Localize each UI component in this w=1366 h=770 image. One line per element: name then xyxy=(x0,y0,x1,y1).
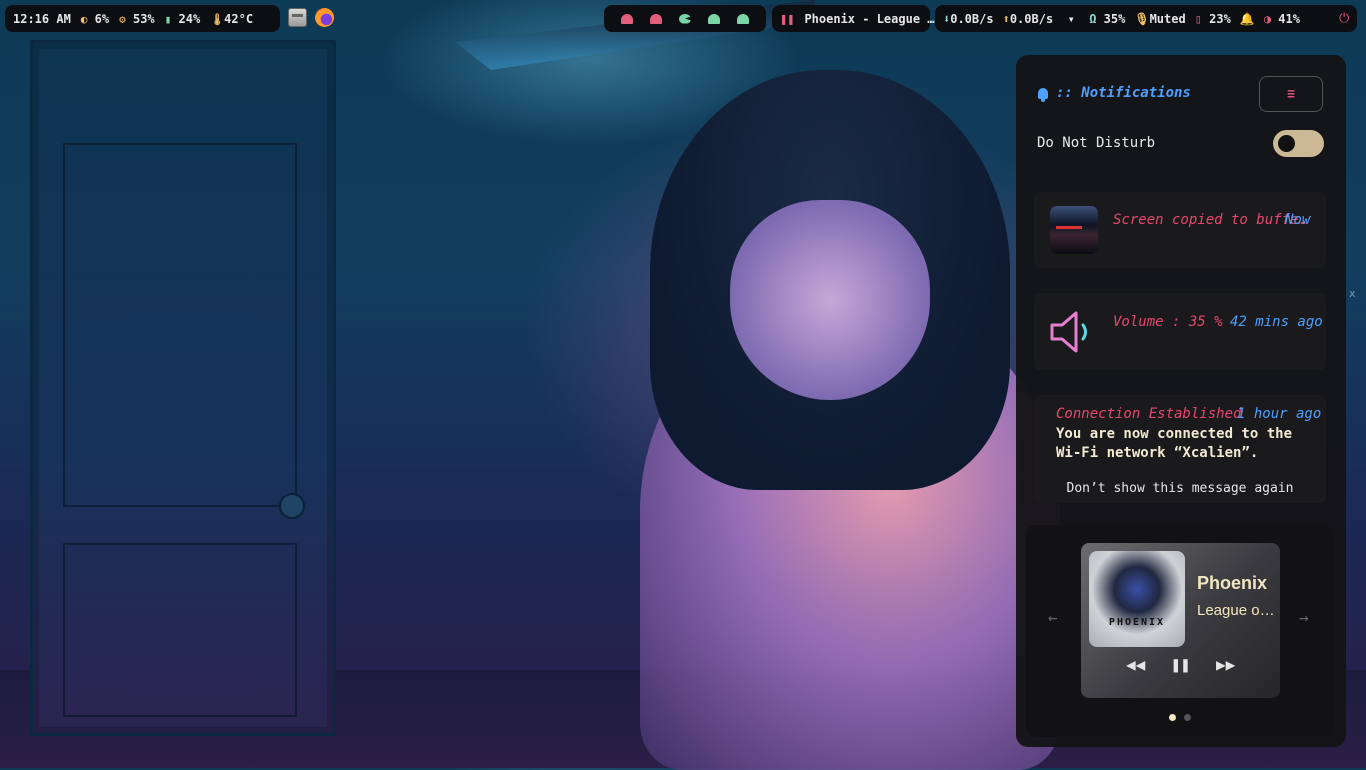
door-knob xyxy=(279,493,305,519)
app-launcher xyxy=(288,8,334,27)
wifi-icon[interactable]: ▾ xyxy=(1062,12,1080,26)
firefox-icon[interactable] xyxy=(315,8,334,27)
cpu-indicator[interactable]: ⚙ 53% xyxy=(119,12,155,26)
upload-indicator[interactable]: ⬆0.0B/s xyxy=(1003,12,1054,26)
pause-button[interactable]: ❚❚ xyxy=(1171,655,1190,674)
notification-card[interactable]: Volume : 35 % 42 mins ago xyxy=(1034,293,1326,370)
previous-player-arrow-icon[interactable]: ← xyxy=(1048,608,1058,627)
toggle-knob xyxy=(1278,135,1295,152)
volume-indicator[interactable]: Ω 35% xyxy=(1089,12,1125,26)
window-title-pill[interactable]: ❚❚ Phoenix - League … xyxy=(772,5,935,32)
headphones-icon: Ω xyxy=(1089,11,1097,26)
window-title: Phoenix - League … xyxy=(804,11,935,26)
notification-bell-icon[interactable]: 🔔 xyxy=(1240,12,1255,26)
notification-title: Screen copied to buffe… xyxy=(1113,212,1307,228)
dnd-toggle[interactable] xyxy=(1273,130,1324,157)
pause-icon: ❚❚ xyxy=(780,11,795,26)
temperature-indicator[interactable]: 🌡42°C xyxy=(210,12,253,26)
forward-icon[interactable]: ▶▶ xyxy=(1216,655,1235,674)
files-app-icon[interactable] xyxy=(288,8,307,27)
page-dot[interactable] xyxy=(1184,714,1191,721)
song-artist: League o… xyxy=(1197,602,1275,619)
night-light-indicator[interactable]: ◑ 41% xyxy=(1264,12,1300,26)
mic-indicator[interactable]: 🎙Muted xyxy=(1134,12,1185,26)
workspace-5-ghost-icon[interactable] xyxy=(737,13,750,24)
memory-icon: ▮ xyxy=(164,12,172,26)
dont-show-again-button[interactable]: Don’t show this message again xyxy=(1034,481,1326,496)
door-panel xyxy=(63,143,297,507)
song-title: Phoenix xyxy=(1197,573,1268,593)
status-pill-left: 12:16 AM ◐ 6% ⚙ 53% ▮ 24% 🌡42°C xyxy=(5,5,280,32)
speaker-icon xyxy=(1050,311,1087,353)
workspace-3-pacman-icon[interactable] xyxy=(678,13,691,24)
workspace-4-ghost-icon[interactable] xyxy=(708,13,721,24)
download-indicator[interactable]: ⬇0.0B/s xyxy=(943,12,994,26)
notification-center: :: Notifications ≡ Do Not Disturb Screen… xyxy=(1016,55,1346,747)
dnd-label: Do Not Disturb xyxy=(1037,135,1156,151)
battery-icon: ▯ xyxy=(1194,11,1202,26)
battery-indicator[interactable]: ▯ 23% xyxy=(1195,12,1231,26)
album-art: PHOENIX xyxy=(1089,551,1185,647)
notification-card[interactable]: Screen copied to buffe… Now xyxy=(1034,192,1326,268)
edge-close-glyph: x xyxy=(1349,287,1356,300)
media-player: ← → PHOENIX Phoenix League o… ◀◀ ❚❚ ▶▶ xyxy=(1026,525,1334,737)
album-art-text: PHOENIX xyxy=(1108,617,1166,628)
memory-indicator[interactable]: ▮ 24% xyxy=(165,12,201,26)
wallpaper-figure-face xyxy=(730,200,930,400)
media-card: PHOENIX Phoenix League o… ◀◀ ❚❚ ▶▶ xyxy=(1081,543,1280,698)
notification-header: :: Notifications xyxy=(1038,85,1191,102)
upload-icon: ⬆ xyxy=(1002,11,1010,26)
bell-icon xyxy=(1038,87,1048,102)
wallpaper-door xyxy=(30,40,336,736)
brightness-icon: ◐ xyxy=(80,12,88,26)
workspace-2-ghost-icon[interactable] xyxy=(649,13,662,24)
workspace-switcher xyxy=(604,5,766,32)
microphone-icon: 🎙 xyxy=(1134,11,1150,26)
rewind-icon[interactable]: ◀◀ xyxy=(1126,655,1145,674)
thermometer-icon: 🌡 xyxy=(210,12,225,26)
brightness-indicator[interactable]: ◐ 6% xyxy=(81,12,109,26)
screenshot-thumbnail xyxy=(1050,206,1098,254)
status-pill-right: ⬇0.0B/s ⬆0.0B/s ▾ Ω 35% 🎙Muted ▯ 23% 🔔 ◑… xyxy=(935,5,1357,32)
notification-time: 42 mins ago xyxy=(1230,314,1323,330)
power-icon[interactable]: ⏻ xyxy=(1339,11,1349,26)
notification-title: Connection Established xyxy=(1056,406,1242,422)
page-dot-active[interactable] xyxy=(1169,714,1176,721)
clock[interactable]: 12:16 AM xyxy=(13,12,71,26)
notification-title: Volume : 35 % xyxy=(1113,314,1223,330)
clear-notifications-button[interactable]: ≡ xyxy=(1259,76,1323,112)
door-panel xyxy=(63,543,297,717)
next-player-arrow-icon[interactable]: → xyxy=(1299,608,1309,627)
notification-body: You are now connected to the Wi-Fi netwo… xyxy=(1056,426,1293,461)
notification-card[interactable]: Connection Established 1 hour ago You ar… xyxy=(1034,395,1326,503)
cpu-icon: ⚙ xyxy=(119,12,126,26)
notification-time: Now xyxy=(1285,212,1311,228)
workspace-1-ghost-icon[interactable] xyxy=(620,13,633,24)
notification-time: 1 hour ago xyxy=(1237,406,1322,422)
notification-header-title: :: Notifications xyxy=(1056,85,1191,101)
night-light-icon: ◑ xyxy=(1263,11,1272,26)
